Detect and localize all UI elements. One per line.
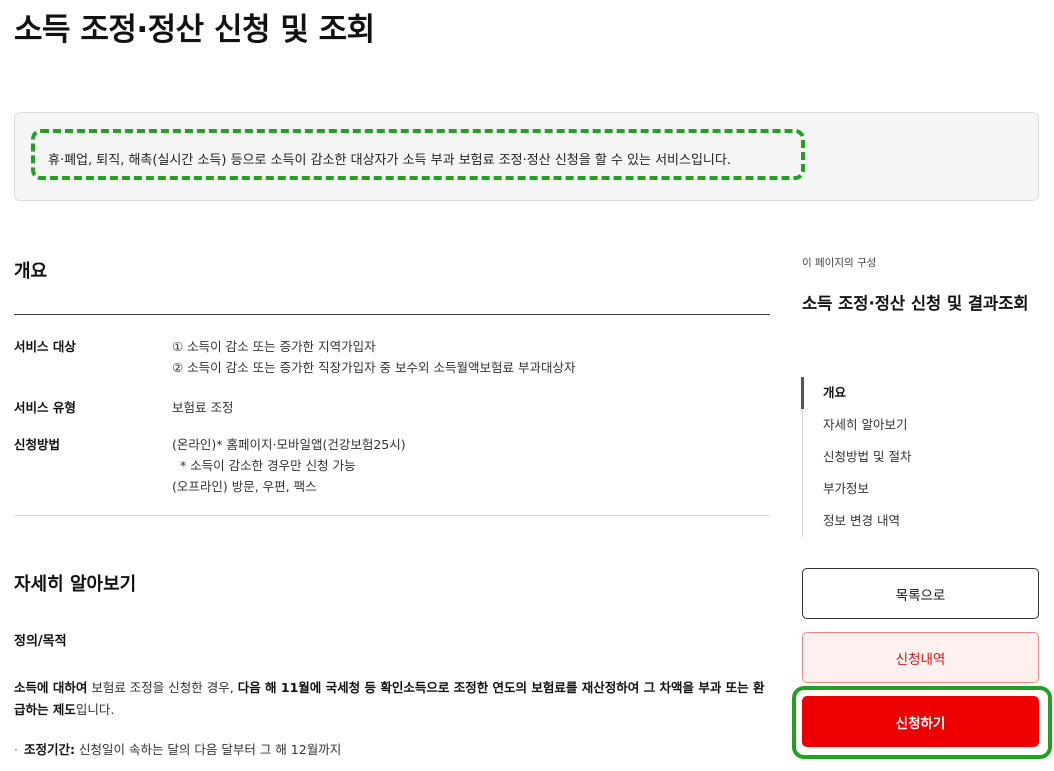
table-of-contents: 개요 자세히 알아보기 신청방법 및 절차 부가정보 정보 변경 내역 xyxy=(801,377,1040,537)
application-history-button[interactable]: 신청내역 xyxy=(802,632,1039,683)
toc-item-additional-info[interactable]: 부가정보 xyxy=(803,473,1040,505)
definition-text-2: 입니다. xyxy=(75,702,115,717)
info-value-method: (온라인)* 홈페이지·모바일앱(건강보험25시) * 소득이 감소한 경우만 … xyxy=(172,434,406,497)
definition-text-1: 보험료 조정을 신청한 경우, xyxy=(87,680,238,695)
info-line: 보험료 조정 xyxy=(172,400,234,415)
apply-button[interactable]: 신청하기 xyxy=(802,696,1039,747)
bullet-dot-icon: · xyxy=(14,742,18,757)
info-line: (오프라인) 방문, 우편, 팩스 xyxy=(172,479,317,494)
overview-bottom-divider xyxy=(14,515,770,516)
page-title: 소득 조정·정산 신청 및 조회 xyxy=(14,12,375,48)
info-line: ① 소득이 감소 또는 증가한 지역가입자 xyxy=(172,339,376,354)
toc-item-overview[interactable]: 개요 xyxy=(801,377,1040,409)
info-label-target: 서비스 대상 xyxy=(14,339,76,354)
adjustment-period-item: · 조정기간: 신청일이 속하는 달의 다음 달부터 그 해 12월까지 xyxy=(14,739,341,758)
toc-item-details[interactable]: 자세히 알아보기 xyxy=(803,409,1040,441)
info-line: ② 소득이 감소 또는 증가한 직장가입자 중 보수외 소득월액보험료 부과대상… xyxy=(172,360,576,375)
details-heading: 자세히 알아보기 xyxy=(14,574,137,595)
intro-box: 휴·폐업, 퇴직, 해촉(실시간 소득) 등으로 소득이 감소한 대상자가 소득… xyxy=(14,112,1039,201)
toc-item-method[interactable]: 신청방법 및 절차 xyxy=(803,441,1040,473)
adjustment-period-label: 조정기간: xyxy=(24,742,75,757)
info-value-target: ① 소득이 감소 또는 증가한 지역가입자 ② 소득이 감소 또는 증가한 직장… xyxy=(172,336,575,378)
info-label-method: 신청방법 xyxy=(14,437,61,452)
info-label-type: 서비스 유형 xyxy=(14,400,76,415)
info-value-type: 보험료 조정 xyxy=(172,397,233,418)
sidebar-caption: 이 페이지의 구성 xyxy=(802,257,877,269)
definition-bold-1: 소득에 대하여 xyxy=(14,680,88,695)
info-line: (온라인)* 홈페이지·모바일앱(건강보험25시) xyxy=(172,437,406,452)
info-line: * 소득이 감소한 경우만 신청 가능 xyxy=(172,458,356,473)
back-to-list-button[interactable]: 목록으로 xyxy=(802,568,1039,619)
overview-heading: 개요 xyxy=(14,261,48,282)
definition-subheading: 정의/목적 xyxy=(14,634,67,649)
overview-divider xyxy=(14,314,770,315)
toc-item-change-history[interactable]: 정보 변경 내역 xyxy=(803,505,1040,537)
sidebar-title: 소득 조정·정산 신청 및 결과조회 xyxy=(802,294,1029,313)
intro-text: 휴·폐업, 퇴직, 해촉(실시간 소득) 등으로 소득이 감소한 대상자가 소득… xyxy=(48,153,731,168)
definition-paragraph: 소득에 대하여 보험료 조정을 신청한 경우, 다음 해 11월에 국세청 등 … xyxy=(14,677,774,721)
page: 소득 조정·정산 신청 및 조회 휴·폐업, 퇴직, 해촉(실시간 소득) 등으… xyxy=(0,0,1054,771)
adjustment-period-text: 신청일이 속하는 달의 다음 달부터 그 해 12월까지 xyxy=(75,742,342,757)
